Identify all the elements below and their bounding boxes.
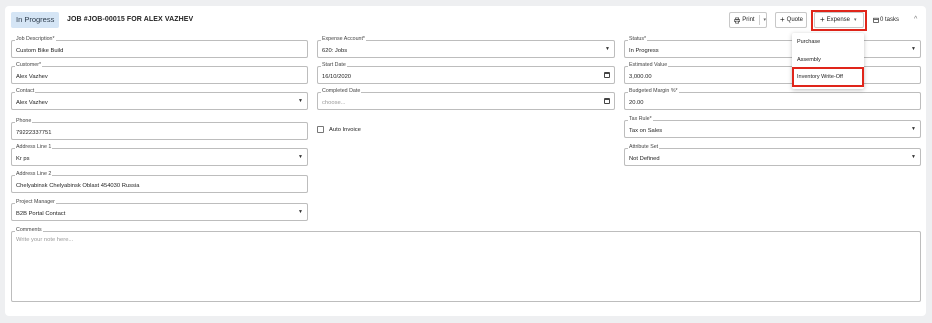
add-quote-button[interactable]: + Quote: [775, 12, 807, 28]
field-placeholder: choose...: [322, 100, 346, 106]
expense-dropdown-menu: Purchase Assembly Inventory Write-Off: [792, 33, 864, 89]
field-label: Expense Account*: [321, 36, 366, 43]
print-label: Print: [742, 17, 755, 23]
printer-icon: [734, 17, 741, 23]
completed-date-field[interactable]: Completed Date choose...: [317, 88, 615, 110]
field-value: Alex Vazhev: [16, 74, 48, 80]
customer-field[interactable]: Customer* Alex Vazhev: [11, 62, 308, 84]
calendar-icon[interactable]: [604, 98, 610, 104]
add-expense-button[interactable]: + Expense ▾: [814, 12, 864, 28]
start-date-field[interactable]: Start Date 16/10/2020: [317, 62, 615, 84]
attribute-set-select[interactable]: Attribute Set Not Defined ▼: [624, 144, 921, 166]
plus-icon: +: [820, 15, 825, 24]
collapse-icon[interactable]: ^: [914, 12, 917, 28]
chevron-down-icon: ▼: [911, 154, 916, 160]
field-label: Estimated Value: [628, 62, 669, 69]
field-label: Address Line 2: [15, 171, 53, 178]
calendar-icon: [873, 17, 879, 23]
divider: [758, 15, 760, 25]
print-button[interactable]: Print ▾: [729, 12, 767, 28]
calendar-icon[interactable]: [604, 72, 610, 78]
field-value: B2B Portal Contact: [16, 211, 66, 217]
budgeted-margin-field[interactable]: Budgeted Margin %* 20.00: [624, 88, 921, 110]
chevron-down-icon: ▼: [911, 46, 916, 52]
tax-rule-select[interactable]: Tax Rule* Tax on Sales ▼: [624, 116, 921, 138]
status-select[interactable]: Status* In Progress ▼: [624, 36, 921, 58]
menu-item-purchase[interactable]: Purchase: [797, 38, 820, 46]
page-title: JOB #JOB-00015 FOR ALEX VAZHEV: [67, 16, 194, 23]
tasks-label: 0 tasks: [880, 17, 900, 23]
quote-label: Quote: [786, 17, 804, 23]
field-value: Tax on Sales: [629, 128, 663, 134]
field-value: Alex Vazhev: [16, 100, 48, 106]
expense-label: Expense: [826, 17, 851, 23]
chevron-down-icon: ▼: [298, 154, 303, 160]
phone-field[interactable]: Phone 79222337751: [11, 118, 308, 140]
field-label: Customer*: [15, 62, 43, 69]
auto-invoice-checkbox[interactable]: Auto Invoice: [317, 126, 361, 133]
field-label: Job Description*: [15, 36, 56, 43]
tasks-button[interactable]: 0 tasks: [873, 12, 899, 28]
comments-textarea[interactable]: Comments Write your note here...: [11, 227, 921, 302]
expense-account-select[interactable]: Expense Account* 620: Jobs ▼: [317, 36, 615, 58]
job-description-field[interactable]: Job Description* Custom Bike Build: [11, 36, 308, 58]
field-value: 3,000.00: [629, 74, 652, 80]
estimated-value-field[interactable]: Estimated Value 3,000.00: [624, 62, 921, 84]
menu-item-inventory-write-off[interactable]: Inventory Write-Off: [797, 73, 843, 81]
field-placeholder: Write your note here...: [16, 237, 74, 243]
field-label: Phone: [15, 118, 33, 125]
field-label: Status*: [628, 36, 648, 43]
chevron-down-icon: ▼: [298, 209, 303, 215]
status-badge: In Progress: [11, 12, 60, 28]
chevron-down-icon[interactable]: ▾: [763, 13, 766, 27]
contact-select[interactable]: Contact Alex Vazhev ▼: [11, 88, 308, 110]
chevron-down-icon: ▼: [605, 46, 610, 52]
project-manager-select[interactable]: Project Manager B2B Portal Contact ▼: [11, 199, 308, 221]
field-label: Comments: [15, 227, 43, 234]
field-value: 620: Jobs: [322, 48, 348, 54]
menu-item-assembly[interactable]: Assembly: [797, 56, 821, 64]
field-label: Project Manager: [15, 199, 56, 206]
field-label: Contact: [15, 88, 36, 95]
field-value: Kr ps: [16, 156, 30, 162]
field-value: Chelyabinsk Chelyabinsk Oblast 454030 Ru…: [16, 183, 140, 189]
chevron-down-icon: ▾: [854, 17, 857, 23]
address-line-1-select[interactable]: Address Line 1 Kr ps ▼: [11, 144, 308, 166]
field-value: Custom Bike Build: [16, 48, 64, 54]
checkbox-box[interactable]: [317, 126, 324, 133]
address-line-2-field[interactable]: Address Line 2 Chelyabinsk Chelyabinsk O…: [11, 171, 308, 193]
checkbox-label: Auto Invoice: [329, 126, 361, 133]
field-label: Tax Rule*: [628, 116, 653, 123]
field-label: Start Date: [321, 62, 347, 69]
field-value: In Progress: [629, 48, 659, 54]
field-value: 20.00: [629, 100, 644, 106]
field-label: Completed Date: [321, 88, 362, 95]
field-label: Attribute Set: [628, 144, 660, 151]
chevron-down-icon: ▼: [911, 126, 916, 132]
field-label: Address Line 1: [15, 144, 53, 151]
field-value: 16/10/2020: [322, 74, 352, 80]
chevron-down-icon: ▼: [298, 98, 303, 104]
field-label: Budgeted Margin %*: [628, 88, 679, 95]
field-value: Not Defined: [629, 156, 660, 162]
plus-icon: +: [780, 15, 785, 24]
field-value: 79222337751: [16, 130, 52, 136]
